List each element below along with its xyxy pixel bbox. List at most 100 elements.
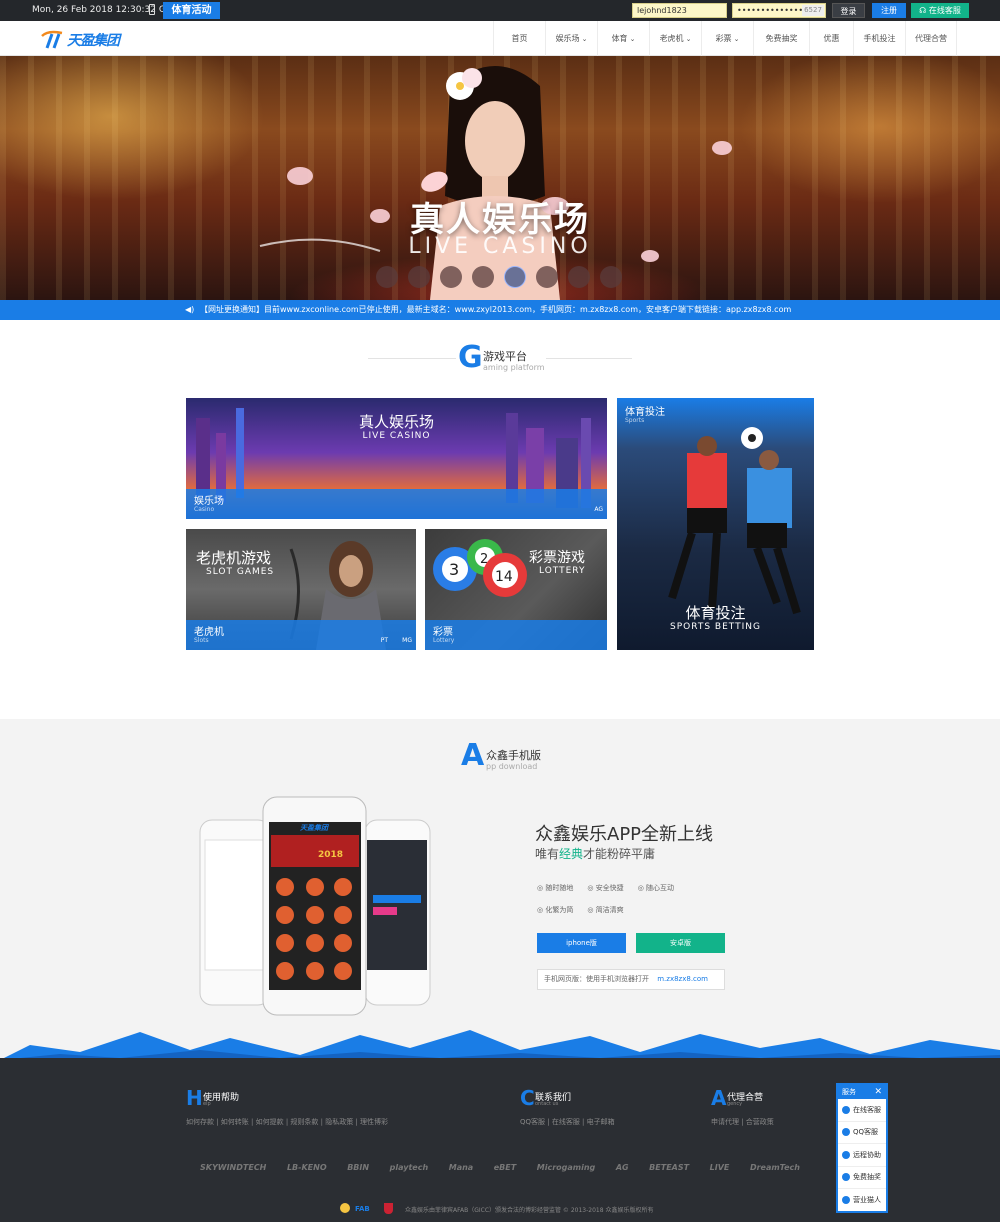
seal-icon xyxy=(340,1203,350,1213)
sports-top-sub: Sports xyxy=(625,417,645,424)
heart-icon: ◎ xyxy=(637,884,647,892)
service-header: 服务 ✕ xyxy=(838,1085,886,1099)
login-button[interactable]: 登录 xyxy=(832,3,865,18)
partner-logos: SKYWINDTECH LB-KENO BBIN playtech Mana e… xyxy=(200,1160,800,1174)
iphone-download-button[interactable]: iphone版 xyxy=(537,933,626,953)
user-icon xyxy=(842,1196,850,1205)
clean-icon: ◎ xyxy=(587,906,596,914)
nav-menu: 首页 娱乐场 ⌄ 体育 ⌄ 老虎机 ⌄ 彩票 ⌄ 免费抽奖 优惠 手机投注 代理合营 xyxy=(493,21,957,56)
slider-dot[interactable] xyxy=(472,266,494,288)
nav-item-agency[interactable]: 代理合营 xyxy=(905,21,957,56)
notice-text[interactable]: 【网址更换通知】目前www.zxconline.com已停止使用，最新主域名：w… xyxy=(200,300,791,320)
main-nav: 天盈集团 首页 娱乐场 ⌄ 体育 ⌄ 老虎机 ⌄ 彩票 ⌄ 免费抽奖 优惠 手机投注 代… xyxy=(0,21,1000,56)
section-subtitle: pp download xyxy=(486,762,538,771)
service-item-online[interactable]: 在线客服 xyxy=(838,1099,886,1122)
nav-label: 免费抽奖 xyxy=(765,34,798,43)
server-time: Mon, 26 Feb 2018 12:30:32 GMT xyxy=(32,5,180,15)
mobile-icon[interactable] xyxy=(149,4,155,15)
slider-dot[interactable] xyxy=(536,266,558,288)
service-item-remote[interactable]: 远程协助 xyxy=(838,1144,886,1167)
partner-logo: SKYWINDTECH xyxy=(200,1162,267,1172)
register-button[interactable]: 注册 xyxy=(872,3,906,18)
section-title: 游戏平台 xyxy=(483,350,527,363)
feature-item: ◎ 随心互动 xyxy=(638,883,674,893)
nav-item-free-draw[interactable]: 免费抽奖 xyxy=(753,21,809,56)
logo-mark-icon xyxy=(41,30,63,49)
copyright: 众鑫娱乐由菲律宾AFAB（GICC）颁发合法的博彩经营监管 © 2013-201… xyxy=(405,1207,654,1214)
nav-label: 老虎机 xyxy=(659,34,684,43)
lottery-big-title: 彩票游戏 xyxy=(529,550,585,566)
slots-sub: Slots xyxy=(194,637,209,644)
service-item-qq[interactable]: QQ客服 xyxy=(838,1122,886,1144)
footer-contact-links[interactable]: QQ客服 | 在线客服 | 电子邮箱 xyxy=(520,1117,615,1127)
tagline-accent: 经典 xyxy=(559,847,584,861)
slider-dot[interactable] xyxy=(568,266,590,288)
section-subtitle: aming platform xyxy=(483,363,545,372)
service-item-draw[interactable]: 免费抽奖 xyxy=(838,1167,886,1189)
feature-label: 化繁为简 xyxy=(545,906,574,914)
sports-top-label: 体育投注 xyxy=(625,407,665,418)
footer-letter: C xyxy=(520,1086,535,1110)
top-bar: Mon, 26 Feb 2018 12:30:32 GMT 体育活动 6527 … xyxy=(0,0,1000,21)
nav-label: 体育 xyxy=(611,34,628,43)
online-support-button[interactable]: ☊ 在线客服 xyxy=(911,3,969,18)
shield-icon: ◎ xyxy=(587,884,596,892)
provider-tag-pt[interactable]: PT xyxy=(381,637,388,644)
footer-letter: A xyxy=(711,1086,727,1110)
section-letter: A xyxy=(461,738,485,773)
service-item-staff[interactable]: 营业猫人 xyxy=(838,1189,886,1212)
slider-dot[interactable] xyxy=(440,266,462,288)
slider-dot[interactable] xyxy=(408,266,430,288)
svg-text:14: 14 xyxy=(495,569,513,585)
footer-letter: H xyxy=(186,1086,203,1110)
nav-item-slots[interactable]: 老虎机 ⌄ xyxy=(649,21,701,56)
footer-agency-links[interactable]: 申请代理 | 合营政策 xyxy=(711,1117,774,1127)
provider-tag-mg[interactable]: MG xyxy=(402,637,412,644)
service-label: 营业猫人 xyxy=(853,1196,881,1205)
nav-label: 手机投注 xyxy=(863,34,896,43)
captcha-code[interactable]: 6527 xyxy=(802,5,824,16)
slider-dot-active[interactable] xyxy=(504,266,526,288)
service-label: 在线客服 xyxy=(853,1105,881,1114)
partner-logo: DreamTech xyxy=(749,1162,800,1172)
lottery-card[interactable]: 3 2 14 彩票游戏 LOTTERY 彩票 Lottery xyxy=(425,529,607,650)
partner-logo: LIVE xyxy=(709,1162,730,1172)
android-download-button[interactable]: 安卓版 xyxy=(636,933,725,953)
footer-help-links[interactable]: 如何存款 | 如何转账 | 如何提款 | 规则条款 | 隐私政策 | 理性博彩 xyxy=(186,1117,388,1127)
nav-item-home[interactable]: 首页 xyxy=(493,21,545,56)
nav-item-promotions[interactable]: 优惠 xyxy=(809,21,853,56)
phone-banner: 2018 xyxy=(318,850,344,860)
slider-dots xyxy=(376,266,622,288)
sports-big-subtitle: SPORTS BETTING xyxy=(670,622,761,632)
chevron-down-icon: ⌄ xyxy=(733,35,740,43)
feature-label: 随心互动 xyxy=(646,884,675,892)
hero-banner[interactable]: 真人娱乐场 LIVE CASINO xyxy=(0,56,1000,300)
nav-item-casino[interactable]: 娱乐场 ⌄ xyxy=(545,21,597,56)
casino-card[interactable]: 真人娱乐场 LIVE CASINO 娱乐场 Casino AG xyxy=(186,398,607,519)
nav-item-lottery[interactable]: 彩票 ⌄ xyxy=(701,21,753,56)
slider-dot[interactable] xyxy=(376,266,398,288)
logo[interactable]: 天盈集团 xyxy=(40,27,130,51)
sports-card[interactable]: 体育投注 Sports 体育投注 SPORTS BETTING xyxy=(617,398,814,650)
nav-label: 娱乐场 xyxy=(555,34,580,43)
slots-card[interactable]: 老虎机游戏 SLOT GAMES 老虎机 Slots PT MG xyxy=(186,529,416,650)
service-label: 免费抽奖 xyxy=(853,1173,881,1182)
sports-promo-button[interactable]: 体育活动 xyxy=(163,2,220,19)
chevron-down-icon: ⌄ xyxy=(685,35,692,43)
close-icon[interactable]: ✕ xyxy=(874,1085,882,1099)
feature-label: 安全快捷 xyxy=(595,884,624,892)
slots-big-subtitle: SLOT GAMES xyxy=(206,567,275,577)
nav-item-sports[interactable]: 体育 ⌄ xyxy=(597,21,649,56)
slider-dot[interactable] xyxy=(600,266,622,288)
username-input[interactable] xyxy=(632,3,727,18)
logo-text: 天盈集团 xyxy=(67,33,120,49)
games-section-header: G 游戏平台 aming platform xyxy=(0,340,1000,380)
app-tagline: 唯有经典才能粉碎平庸 xyxy=(535,845,655,862)
provider-tag[interactable]: AG xyxy=(594,506,603,513)
app-section-header: A 众鑫手机版 pp download xyxy=(0,738,1000,778)
nav-item-mobile-betting[interactable]: 手机投注 xyxy=(853,21,905,56)
partner-logo: AG xyxy=(615,1162,629,1172)
nav-label: 代理合营 xyxy=(915,34,947,43)
service-label: 远程协助 xyxy=(853,1150,881,1159)
mobile-web-link[interactable]: m.zx8zx8.com xyxy=(657,975,708,983)
